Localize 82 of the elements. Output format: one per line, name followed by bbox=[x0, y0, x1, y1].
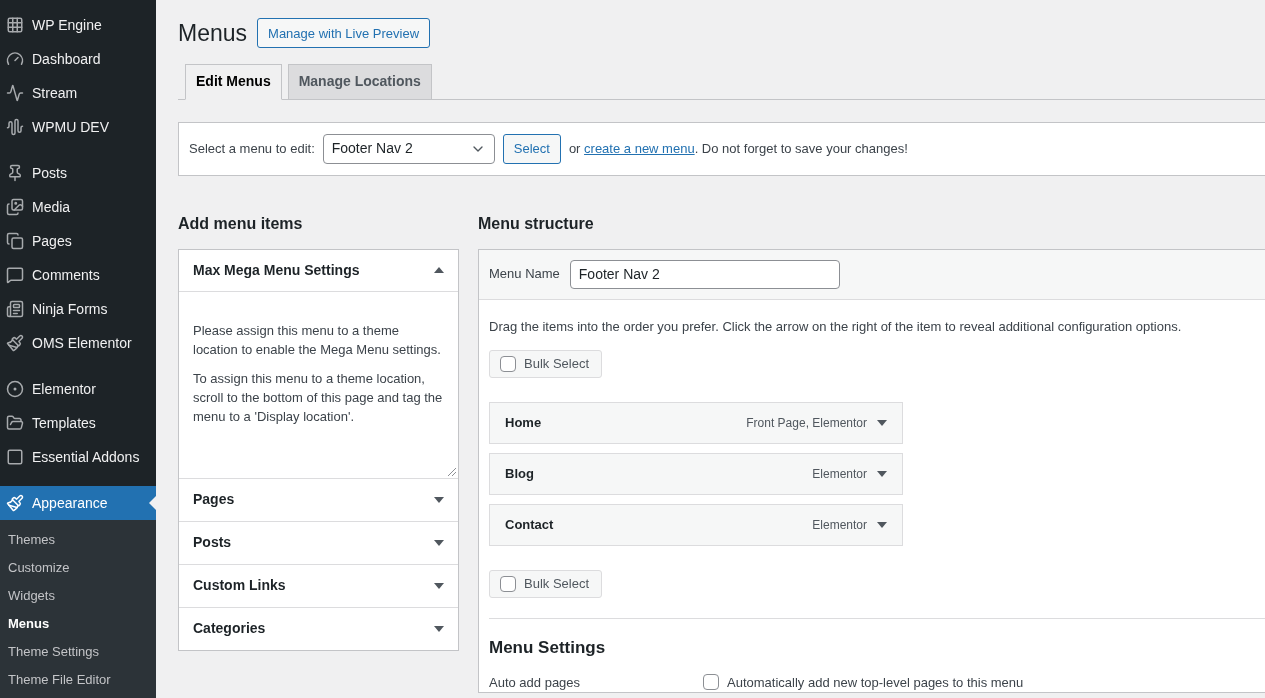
accordion-header[interactable]: Custom Links bbox=[179, 564, 458, 607]
circle-logo-icon bbox=[6, 380, 24, 398]
section-heading: Menu structure bbox=[478, 213, 595, 234]
media-icon bbox=[6, 198, 24, 216]
tab[interactable]: Manage Locations bbox=[287, 63, 432, 100]
sidebar-item[interactable]: Posts bbox=[0, 156, 156, 190]
menu-item-type: Elementor bbox=[812, 466, 867, 483]
folder-icon bbox=[6, 414, 24, 432]
pages-icon bbox=[6, 232, 24, 250]
form-icon bbox=[6, 300, 24, 318]
expand-arrow-icon bbox=[877, 420, 887, 426]
menu-item-type: Front Page, Elementor bbox=[746, 415, 867, 432]
current-pointer-icon bbox=[149, 496, 156, 510]
bulk-select-button[interactable]: Bulk Select bbox=[489, 350, 602, 378]
sidebar-item[interactable]: Comments bbox=[0, 258, 156, 292]
help-paragraph: Please assign this menu to a theme location to enable the Mega Menu settings. bbox=[193, 321, 442, 359]
sidebar-item[interactable]: OMS Elementor bbox=[0, 326, 156, 360]
submenu-item[interactable]: Widgets bbox=[0, 582, 156, 610]
accordion-header[interactable]: Max Mega Menu Settings bbox=[179, 249, 458, 292]
menu-item-bar[interactable]: Blog Elementor bbox=[489, 453, 903, 495]
sidebar-item[interactable]: Essential Addons bbox=[0, 440, 156, 474]
pin-icon bbox=[6, 164, 24, 182]
submenu-item[interactable]: Themes bbox=[0, 526, 156, 554]
grid-icon bbox=[6, 16, 24, 34]
menu-item-title: Home bbox=[505, 414, 543, 433]
accordion-header[interactable]: Categories bbox=[179, 607, 458, 650]
create-menu-link[interactable]: create a new menu bbox=[584, 140, 695, 156]
sidebar-item[interactable]: WPMU DEV bbox=[0, 110, 156, 144]
wave-icon bbox=[6, 118, 24, 136]
speech-bubble-icon bbox=[6, 266, 24, 284]
menu-dropdown[interactable]: Footer Nav 2 bbox=[322, 133, 495, 164]
sidebar-item[interactable]: Appearance bbox=[0, 486, 156, 520]
bulk-select-button[interactable]: Bulk Select bbox=[489, 570, 602, 598]
setting-option: Automatically add new top-level pages to this menu bbox=[727, 672, 1024, 692]
tab[interactable]: Edit Menus bbox=[185, 63, 282, 100]
select-button[interactable]: Select bbox=[502, 133, 561, 164]
submenu-item[interactable]: Customize bbox=[0, 554, 156, 582]
sidebar-item[interactable]: WP Engine bbox=[0, 8, 156, 42]
expand-arrow-icon bbox=[434, 496, 444, 503]
sidebar-item[interactable]: Ninja Forms bbox=[0, 292, 156, 326]
square-logo-icon bbox=[6, 448, 24, 466]
submenu-item[interactable]: Theme Settings bbox=[0, 638, 156, 666]
submenu-item[interactable]: Menus bbox=[0, 610, 156, 638]
paintbrush-icon bbox=[6, 334, 24, 352]
setting-label: Auto add pages bbox=[489, 673, 582, 692]
page-title: Menus bbox=[178, 19, 248, 48]
menu-picker-label: Select a menu to edit: bbox=[189, 139, 315, 158]
help-paragraph: To assign this menu to a theme location, scroll to the bottom of this page and tag the menu to a 'Display location'. bbox=[193, 369, 444, 426]
sidebar-item[interactable]: Elementor bbox=[0, 372, 156, 406]
menu-name-field[interactable]: Footer Nav 2 bbox=[569, 259, 840, 289]
collapse-arrow-icon bbox=[434, 267, 444, 273]
expand-arrow-icon bbox=[434, 539, 444, 546]
create-menu-text: or create a new menu. Do not forget to save your changes! bbox=[568, 139, 908, 158]
menu-item-title: Contact bbox=[505, 516, 555, 535]
section-heading: Add menu items bbox=[178, 213, 304, 234]
expand-arrow-icon bbox=[434, 582, 444, 589]
checkbox[interactable] bbox=[703, 674, 719, 691]
menu-item-type: Elementor bbox=[812, 517, 867, 534]
menu-item-bar[interactable]: Home Front Page, Elementor bbox=[489, 402, 903, 444]
sidebar-item[interactable]: Dashboard bbox=[0, 42, 156, 76]
pulse-icon bbox=[6, 84, 24, 102]
submenu-item[interactable]: Theme File Editor bbox=[0, 666, 156, 694]
sidebar-item[interactable]: Stream bbox=[0, 76, 156, 110]
checkbox[interactable] bbox=[500, 576, 516, 592]
accordion-header[interactable]: Pages bbox=[179, 478, 458, 521]
expand-arrow-icon bbox=[877, 522, 887, 528]
sidebar-item[interactable]: Media bbox=[0, 190, 156, 224]
sidebar-item[interactable]: Pages bbox=[0, 224, 156, 258]
live-preview-button[interactable]: Manage with Live Preview bbox=[257, 18, 431, 49]
instructions-text: Drag the items into the order you prefer. Click the arrow on the right of the item to reveal additional configuration options. bbox=[489, 317, 1183, 336]
menu-item-title: Blog bbox=[505, 465, 535, 484]
menu-name-label: Menu Name bbox=[489, 265, 560, 284]
sidebar-item[interactable]: Templates bbox=[0, 406, 156, 440]
accordion-header[interactable]: Posts bbox=[179, 521, 458, 564]
checkbox[interactable] bbox=[500, 356, 516, 372]
expand-arrow-icon bbox=[877, 471, 887, 477]
expand-arrow-icon bbox=[434, 625, 444, 632]
menu-settings-heading: Menu Settings bbox=[489, 637, 607, 659]
gauge-icon bbox=[6, 50, 24, 68]
paintbrush-icon bbox=[6, 494, 24, 512]
resize-handle-icon[interactable] bbox=[448, 467, 456, 476]
menu-item-bar[interactable]: Contact Elementor bbox=[489, 504, 903, 546]
